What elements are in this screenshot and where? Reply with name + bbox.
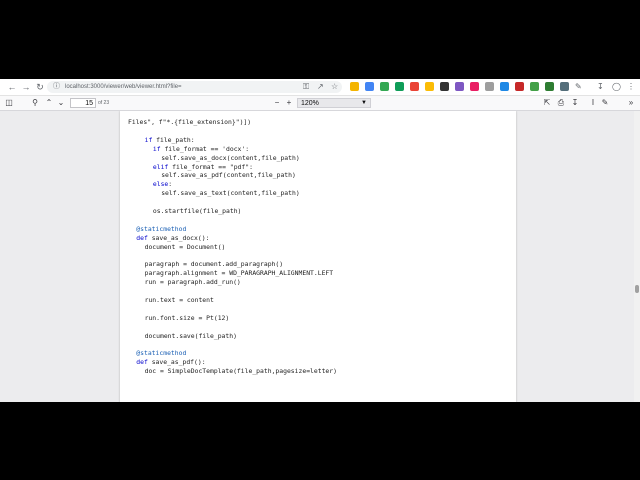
page-number-input[interactable]: 15 [70, 98, 96, 108]
download-icon[interactable]: ↧ [597, 81, 604, 93]
print-icon[interactable]: ⎙ [556, 97, 566, 109]
draw-icon[interactable]: ✎ [600, 97, 610, 109]
browser-window: ← → ↻ ⓘ localhost:3000/viewer/web/viewer… [0, 79, 640, 402]
extension-icon-9[interactable] [470, 82, 479, 91]
share-icon[interactable]: ↗ [317, 81, 324, 93]
code-line: paragraph = document.add_paragraph() [144, 260, 284, 269]
profile-icon[interactable]: ◯ [612, 81, 621, 93]
code-line: @staticmethod [136, 224, 187, 233]
extension-icon-3[interactable] [380, 82, 389, 91]
code-line: run.text = content [144, 296, 214, 304]
code-line: elif file_format == "pdf": [152, 162, 253, 171]
code-line: else: [152, 180, 173, 189]
zoom-out-button[interactable]: − [272, 97, 282, 109]
back-arrow-icon[interactable]: ← [6, 81, 18, 93]
code-line: def save_as_docx(): [136, 233, 210, 242]
extension-icon-14[interactable] [545, 82, 554, 91]
code-line: @staticmethod [136, 349, 187, 358]
extension-icon-12[interactable] [515, 82, 524, 91]
extension-icon-11[interactable] [500, 82, 509, 91]
zoom-value: 120% [301, 100, 319, 107]
pdf-viewer-area[interactable]: Files", f"*.{file_extension}")])if file_… [0, 111, 640, 402]
code-line: document = Document() [144, 242, 226, 251]
menu-dots-icon[interactable]: ⋮ [627, 81, 635, 93]
puzzle-extensions-icon[interactable]: ✎ [575, 81, 582, 93]
code-line: self.save_as_pdf(content,file_path) [161, 171, 296, 180]
code-line: self.save_as_text(content,file_path) [161, 189, 300, 198]
zoom-in-button[interactable]: + [284, 97, 294, 109]
code-line: Files", f"*.{file_extension}")]) [128, 118, 252, 126]
extension-icon-6[interactable] [425, 82, 434, 91]
zoom-select[interactable]: 120% ▼ [297, 98, 371, 108]
vertical-scrollbar[interactable] [634, 111, 640, 402]
address-bar[interactable]: ⓘ localhost:3000/viewer/web/viewer.html?… [47, 81, 342, 93]
save-download-icon[interactable]: ↧ [570, 97, 580, 109]
url-text: localhost:3000/viewer/web/viewer.html?fi… [65, 84, 182, 90]
extension-icon-1[interactable] [350, 82, 359, 91]
bookmark-star-icon[interactable]: ☆ [331, 81, 338, 93]
search-icon[interactable]: ⚲ [30, 97, 40, 109]
code-line: run.font.size = Pt(12) [144, 313, 230, 322]
extension-icon-8[interactable] [455, 82, 464, 91]
code-line: self.save_as_docx(content,file_path) [161, 153, 300, 162]
extension-icon-2[interactable] [365, 82, 374, 91]
previous-page-icon[interactable]: ⌃ [44, 97, 54, 109]
code-line: paragraph.alignment = WD_PARAGRAPH_ALIGN… [144, 269, 334, 278]
next-page-icon[interactable]: ⌄ [56, 97, 66, 109]
reload-icon[interactable]: ↻ [34, 81, 46, 93]
extension-icon-4[interactable] [395, 82, 404, 91]
code-line: if file_path: [144, 135, 195, 144]
page-count-label: of 23 [98, 100, 110, 106]
code-line: if file_format == 'docx': [152, 144, 250, 153]
info-icon[interactable]: ⓘ [53, 81, 60, 93]
key-icon[interactable]: ⚿ [303, 81, 309, 93]
code-line: def save_as_pdf(): [136, 358, 206, 367]
code-line: run = paragraph.add_run() [144, 278, 241, 287]
extension-icon-5[interactable] [410, 82, 419, 91]
sidebar-toggle-icon[interactable]: ◫ [4, 97, 14, 109]
forward-arrow-icon[interactable]: → [20, 81, 32, 93]
text-select-icon[interactable]: I [588, 97, 598, 109]
chevron-down-icon: ▼ [361, 100, 367, 106]
code-line: doc = SimpleDocTemplate(file_path,pagesi… [144, 367, 337, 376]
pdf-page: Files", f"*.{file_extension}")])if file_… [120, 111, 516, 402]
more-tools-icon[interactable]: » [626, 97, 636, 109]
code-line: document.save(file_path) [144, 331, 237, 340]
scrollbar-thumb[interactable] [635, 285, 639, 293]
extension-icon-7[interactable] [440, 82, 449, 91]
browser-toolbar: ← → ↻ ⓘ localhost:3000/viewer/web/viewer… [0, 79, 640, 96]
extension-icon-10[interactable] [485, 82, 494, 91]
extension-icon-15[interactable] [560, 82, 569, 91]
extension-icon-13[interactable] [530, 82, 539, 91]
presentation-mode-icon[interactable]: ⇱ [542, 97, 552, 109]
pdf-toolbar: ◫ ⚲ ⌃ ⌄ 15 of 23 − + 120% ▼ ⇱ ⎙ ↧ I ✎ » [0, 96, 640, 111]
code-line: os.startfile(file_path) [152, 207, 242, 215]
